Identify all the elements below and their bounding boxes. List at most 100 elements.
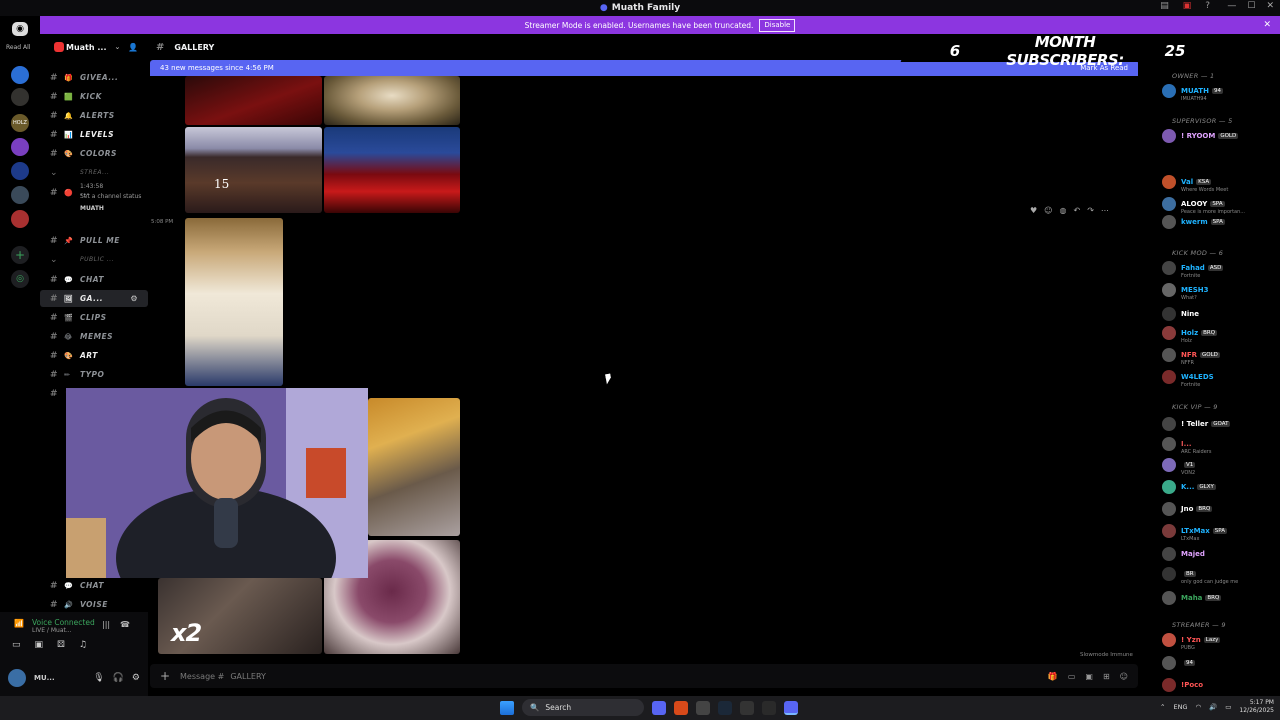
taskbar-steam-icon[interactable] xyxy=(718,700,732,715)
close-button[interactable]: ✕ xyxy=(1266,1,1274,11)
member-item[interactable]: LTxMax SPA xyxy=(1162,522,1280,540)
new-messages-text[interactable]: 43 new messages since 4:56 PM xyxy=(160,64,274,72)
avatar[interactable] xyxy=(1162,417,1176,431)
apps-icon[interactable]: ⊞ xyxy=(1103,672,1110,681)
clock[interactable]: 5:17 PM 12/26/2025 xyxy=(1239,699,1274,715)
member-item[interactable]: 94 xyxy=(1162,654,1280,672)
server-icon-6[interactable] xyxy=(11,186,29,204)
member-item[interactable]: ! Yzn Lazy xyxy=(1162,631,1280,649)
gallery-image[interactable] xyxy=(324,76,460,125)
member-item[interactable]: Maha BRQ xyxy=(1162,589,1280,607)
avatar[interactable] xyxy=(1162,437,1176,451)
avatar[interactable] xyxy=(1162,307,1176,321)
member-item[interactable]: kwerm SPA xyxy=(1162,213,1280,231)
channel-item[interactable]: # 😂 MEMES xyxy=(40,328,148,345)
settings-gear-icon[interactable]: ⚙ xyxy=(132,673,140,683)
read-all-button[interactable]: Read All xyxy=(6,44,30,51)
taskbar-app-icon[interactable] xyxy=(652,700,666,715)
discord-home-icon[interactable]: ◉ xyxy=(12,22,28,36)
taskbar-search[interactable]: 🔍 Search xyxy=(522,699,644,716)
voice-user[interactable]: MUATH xyxy=(80,205,104,212)
channel-category[interactable]: ⌄ STREA... xyxy=(40,164,148,181)
channel-item[interactable]: # 🔔 ALERTS xyxy=(40,107,148,124)
wifi-icon[interactable]: ◠ xyxy=(1195,703,1201,711)
server-icon-2[interactable] xyxy=(11,88,29,106)
channel-status-hint[interactable]: Set a channel status xyxy=(80,193,141,200)
member-item[interactable]: Nine xyxy=(1162,305,1280,323)
more-icon[interactable]: ⋯ xyxy=(1101,206,1109,215)
avatar[interactable] xyxy=(1162,567,1176,581)
channel-item[interactable]: # 💬 CHAT xyxy=(40,271,148,288)
message-composer[interactable]: + Message # GALLERY 🎁 ▭ ▣ ⊞ ☺ xyxy=(150,664,1138,688)
screen-share-icon[interactable]: ▣ xyxy=(35,640,44,650)
server-header[interactable]: Muath ... ⌄ 👤 xyxy=(40,34,148,60)
add-member-icon[interactable]: 👤 xyxy=(128,43,138,52)
add-reaction-icon[interactable]: ☺ xyxy=(1044,206,1052,215)
composer-channel[interactable]: GALLERY xyxy=(230,672,266,681)
member-item[interactable]: ! Teller GOAT xyxy=(1162,415,1280,433)
avatar[interactable] xyxy=(1162,215,1176,229)
gallery-image[interactable] xyxy=(368,398,460,536)
update-icon[interactable]: ▣ xyxy=(1183,1,1192,11)
reply-icon[interactable]: ↶ xyxy=(1074,206,1081,215)
channel-item[interactable]: # 📊 LEVELS xyxy=(40,126,148,143)
gallery-image[interactable] xyxy=(185,76,322,125)
avatar[interactable] xyxy=(1162,656,1176,670)
activities-icon[interactable]: ⚄ xyxy=(57,640,65,650)
member-item[interactable]: Fahad ASD xyxy=(1162,259,1280,277)
member-item[interactable]: ! RYOOM GOLD xyxy=(1162,127,1280,145)
soundboard-icon[interactable]: ♫ xyxy=(79,640,87,650)
avatar[interactable] xyxy=(8,669,26,687)
gallery-image[interactable] xyxy=(324,127,460,213)
voice-connected-status[interactable]: Voice Connected xyxy=(32,618,95,627)
avatar[interactable] xyxy=(1162,591,1176,605)
member-item[interactable]: Majed xyxy=(1162,545,1280,563)
server-icon-5[interactable] xyxy=(11,162,29,180)
gallery-image[interactable] xyxy=(185,127,322,213)
mic-icon[interactable]: 🎙 xyxy=(93,673,104,683)
minimize-button[interactable]: — xyxy=(1227,1,1236,11)
add-server-icon[interactable]: + xyxy=(11,246,29,264)
member-item[interactable]: NFR GOLD xyxy=(1162,346,1280,364)
taskbar-app-icon[interactable] xyxy=(696,700,710,715)
avatar[interactable] xyxy=(1162,370,1176,384)
volume-icon[interactable]: 🔊 xyxy=(1209,703,1217,711)
tray-chevron-icon[interactable]: ⌃ xyxy=(1160,703,1165,711)
composer-placeholder[interactable]: Message # xyxy=(180,672,224,681)
avatar[interactable] xyxy=(1162,197,1176,211)
upload-plus-icon[interactable]: + xyxy=(150,669,180,683)
member-item[interactable]: !Poco xyxy=(1162,676,1280,694)
member-item[interactable]: I... xyxy=(1162,435,1280,453)
member-item[interactable]: MESH3 xyxy=(1162,281,1280,299)
video-off-icon[interactable]: ▭ xyxy=(12,640,21,650)
help-icon[interactable]: ? xyxy=(1205,1,1210,11)
member-item[interactable]: W4LEDS xyxy=(1162,368,1280,386)
channel-settings-icon[interactable]: ⚙ xyxy=(130,294,138,303)
emoji-icon[interactable]: ☺ xyxy=(1120,672,1128,681)
channel-item[interactable]: # 💬 CHAT xyxy=(40,577,148,594)
avatar[interactable] xyxy=(1162,283,1176,297)
channel-item[interactable]: # 🎨 COLORS xyxy=(40,145,148,162)
reaction-icon[interactable]: ♥ xyxy=(1030,206,1037,215)
server-icon-1[interactable] xyxy=(11,66,29,84)
forward-icon[interactable]: ↷ xyxy=(1087,206,1094,215)
avatar[interactable] xyxy=(1162,502,1176,516)
server-icon-4[interactable] xyxy=(11,138,29,156)
taskbar-app-icon[interactable] xyxy=(762,700,776,715)
maximize-button[interactable]: ☐ xyxy=(1247,1,1255,11)
channel-item[interactable]: # 🎬 CLIPS xyxy=(40,309,148,326)
member-item[interactable]: K... GLXY xyxy=(1162,478,1280,496)
avatar[interactable] xyxy=(1162,524,1176,538)
member-item[interactable]: Holz BRQ xyxy=(1162,324,1280,342)
member-item[interactable]: V1 xyxy=(1162,456,1280,474)
disable-streamer-mode-button[interactable]: Disable xyxy=(759,18,796,32)
server-icon-holz[interactable]: HOLZ xyxy=(11,114,29,132)
discover-icon[interactable]: ◎ xyxy=(11,270,29,288)
disconnect-icon[interactable]: ☎ xyxy=(120,620,130,629)
sticker-icon[interactable]: ▣ xyxy=(1085,672,1093,681)
avatar[interactable] xyxy=(1162,326,1176,340)
avatar[interactable] xyxy=(1162,547,1176,561)
taskbar-browser-icon[interactable] xyxy=(674,700,688,715)
taskbar-app-icon[interactable] xyxy=(740,700,754,715)
channel-category[interactable]: ⌄ PUBLIC ... xyxy=(40,251,148,268)
